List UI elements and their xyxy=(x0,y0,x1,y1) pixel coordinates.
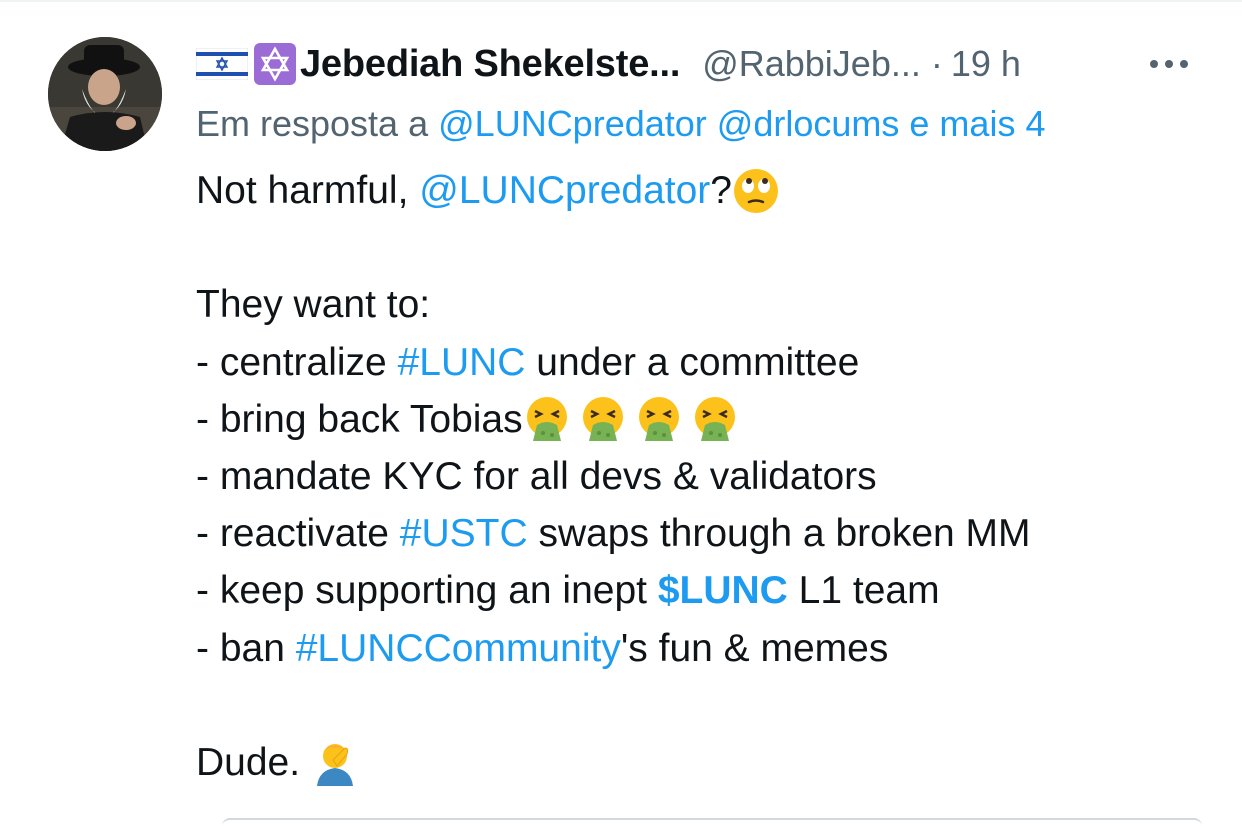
text-segment: under a committee xyxy=(525,340,860,384)
tweet-line: - mandate KYC for all devs & validators xyxy=(196,448,1216,505)
hashtag-lunc-community[interactable]: #LUNCCommunity xyxy=(296,620,621,677)
author-handle[interactable]: @RabbiJeb... xyxy=(702,43,921,85)
face-vomiting-emoji xyxy=(635,395,683,443)
embedded-card-edge xyxy=(222,818,1202,826)
person-facepalming-emoji xyxy=(311,738,359,787)
text-segment: swaps through a broken MM xyxy=(527,512,1031,556)
separator-dot: · xyxy=(930,43,943,84)
text-segment: - centralize xyxy=(196,340,398,384)
star-of-david-icon xyxy=(254,43,296,85)
top-divider xyxy=(0,0,1242,2)
mention-lunc-predator[interactable]: @LUNCpredator xyxy=(419,162,710,219)
tweet-line: Dude. xyxy=(196,734,1216,791)
face-with-rolling-eyes-emoji xyxy=(732,167,780,215)
reply-mention-lunc-predator[interactable]: @LUNCpredator xyxy=(438,103,707,144)
tweet-line: Not harmful, @LUNCpredator? xyxy=(196,162,1216,219)
face-vomiting-emoji xyxy=(691,395,739,443)
author-name[interactable]: Jebediah Shekelste... xyxy=(300,43,680,86)
text-segment: - bring back Tobias xyxy=(196,397,523,441)
reply-context: Em resposta a @LUNCpredator @drlocums e … xyxy=(196,103,1045,145)
text-segment: They want to: xyxy=(196,283,431,327)
reply-more-users[interactable]: e mais 4 xyxy=(909,103,1045,144)
more-horizontal-icon[interactable] xyxy=(1146,52,1192,76)
text-segment: - mandate KYC for all devs & validators xyxy=(196,454,877,498)
text-segment: ? xyxy=(710,169,732,212)
text-segment: Dude. xyxy=(196,740,311,784)
tweet-line: - ban #LUNCCommunity's fun & memes xyxy=(196,620,1216,677)
reply-mention-drlocums[interactable]: @drlocums xyxy=(717,103,900,144)
text-segment: L1 team xyxy=(787,569,940,613)
tweet-line: - reactivate #USTC swaps through a broke… xyxy=(196,505,1216,562)
face-vomiting-emoji xyxy=(579,395,627,443)
israel-flag-icon xyxy=(195,47,249,81)
tweet-line: - keep supporting an inept $LUNC L1 team xyxy=(196,562,1216,619)
text-segment: - reactivate xyxy=(196,512,400,556)
hashtag-ustc[interactable]: #USTC xyxy=(400,505,528,562)
avatar[interactable] xyxy=(48,37,162,151)
tweet-header: Jebediah Shekelste... @RabbiJeb... · 19 … xyxy=(195,38,1021,90)
tweet-text: Not harmful, @LUNCpredator? They want to… xyxy=(196,162,1216,791)
text-segment: - ban xyxy=(196,626,296,670)
tweet-line: - centralize #LUNC under a committee xyxy=(196,334,1216,391)
tweet-line: They want to: xyxy=(196,276,1216,333)
text-segment: 's fun & memes xyxy=(620,626,889,670)
hashtag-lunc[interactable]: #LUNC xyxy=(398,334,526,391)
face-vomiting-emoji xyxy=(523,395,571,443)
text-segment: Not harmful, xyxy=(196,169,420,212)
cashtag-lunc[interactable]: $LUNC xyxy=(658,562,788,619)
tweet-line: - bring back Tobias xyxy=(196,391,1216,448)
reply-prefix: Em resposta a xyxy=(196,103,429,144)
timestamp[interactable]: 19 h xyxy=(951,43,1021,85)
text-segment: - keep supporting an inept xyxy=(196,569,658,613)
